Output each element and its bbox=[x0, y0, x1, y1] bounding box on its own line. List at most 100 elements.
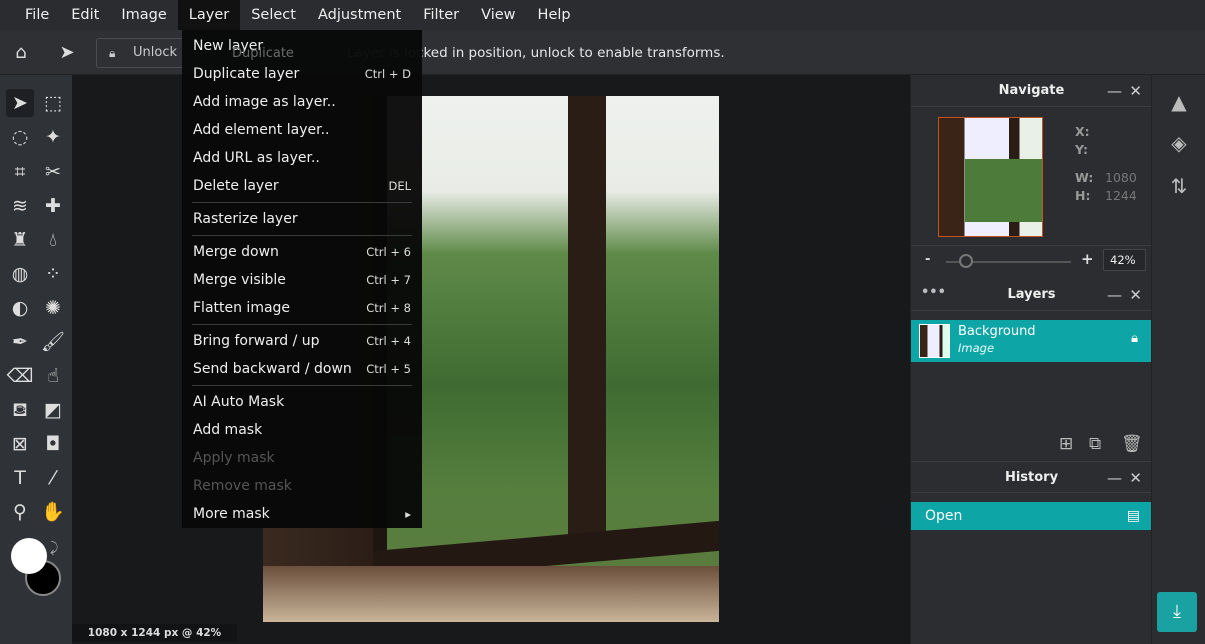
paint-bucket-icon[interactable]: ⛾ bbox=[6, 396, 34, 424]
duplicate-layer-icon[interactable]: ⧉ bbox=[1089, 434, 1101, 454]
layers-icon[interactable]: ◈ bbox=[1166, 131, 1192, 157]
menu-item-shortcut: Ctrl + 7 bbox=[366, 273, 411, 287]
menu-item-rasterize-layer[interactable]: Rasterize layer bbox=[182, 205, 422, 233]
frame-icon[interactable]: ⊠ bbox=[6, 430, 34, 458]
text-tool-icon[interactable]: T bbox=[6, 464, 34, 492]
lasso-tool-icon[interactable]: ◌ bbox=[6, 123, 34, 151]
document-icon: ▤ bbox=[1126, 508, 1140, 524]
menu-image[interactable]: Image bbox=[110, 0, 177, 30]
zoom-out-button[interactable]: - bbox=[925, 252, 930, 267]
layer-item-background[interactable]: Background Image 🔒︎ bbox=[911, 320, 1152, 362]
history-panel-header: History — ✕ bbox=[911, 461, 1152, 493]
eyedropper-icon[interactable]: ⁄ bbox=[39, 464, 67, 492]
dots-icon[interactable]: ⁘ bbox=[39, 260, 67, 288]
menu-item-shortcut: Ctrl + D bbox=[364, 67, 411, 81]
layer-thumbnail bbox=[919, 324, 950, 358]
minimize-icon[interactable]: — bbox=[1107, 279, 1122, 311]
menu-item-duplicate-layer[interactable]: Duplicate layer Ctrl + D bbox=[182, 60, 422, 88]
menu-item-merge-down[interactable]: Merge down Ctrl + 6 bbox=[182, 238, 422, 266]
pen-tool-icon[interactable]: ✒ bbox=[6, 328, 34, 356]
healing-bandage-icon[interactable]: ✚ bbox=[39, 192, 67, 220]
menu-item-shortcut: Ctrl + 8 bbox=[366, 301, 411, 315]
swap-colors-icon[interactable]: ⤸ bbox=[50, 540, 58, 556]
menu-item-more-mask[interactable]: More mask ▸ bbox=[182, 500, 422, 528]
zoom-in-button[interactable]: + bbox=[1081, 250, 1094, 268]
stamp-tool-icon[interactable]: ♜ bbox=[6, 226, 34, 254]
menu-view[interactable]: View bbox=[470, 0, 526, 30]
scissors-icon[interactable]: ✂ bbox=[39, 158, 67, 186]
navigator-icon[interactable]: ▲ bbox=[1166, 90, 1192, 116]
menu-item-delete-layer[interactable]: Delete layer DEL bbox=[182, 172, 422, 200]
menu-item-label: Bring forward / up bbox=[193, 333, 320, 349]
zoom-input[interactable]: 42% bbox=[1103, 249, 1146, 271]
home-icon[interactable]: ⌂ bbox=[10, 42, 32, 64]
marquee-tool-icon[interactable]: ⬚ bbox=[39, 89, 67, 117]
minimize-icon[interactable]: — bbox=[1107, 462, 1122, 494]
hand-tool-icon[interactable]: ✋ bbox=[39, 498, 67, 526]
layer-menu-dropdown: New layer Duplicate layer Ctrl + D Add im… bbox=[182, 30, 422, 528]
menu-help[interactable]: Help bbox=[527, 0, 582, 30]
layers-panel-header: ••• Layers — ✕ bbox=[911, 279, 1152, 311]
layers-actions: ⊞ ⧉ 🗑︎ bbox=[911, 430, 1152, 460]
close-icon[interactable]: ✕ bbox=[1129, 462, 1142, 494]
menu-item-flatten-image[interactable]: Flatten image Ctrl + 8 bbox=[182, 294, 422, 322]
minimize-icon[interactable]: — bbox=[1107, 75, 1122, 107]
menu-layer[interactable]: Layer bbox=[177, 0, 241, 30]
menu-item-add-image-as-layer[interactable]: Add image as layer.. bbox=[182, 88, 422, 116]
magic-wand-icon[interactable]: ✦ bbox=[39, 123, 67, 151]
dodge-icon[interactable]: ◐ bbox=[6, 294, 34, 322]
options-bar: ⌂ ➤ 🔒︎ Unlock Layer is locked in position… bbox=[0, 30, 1205, 75]
menu-item-apply-mask: Apply mask bbox=[182, 444, 422, 472]
history-icon[interactable]: ⇅ bbox=[1166, 174, 1192, 200]
w-label: W: bbox=[1075, 170, 1094, 185]
eraser-icon[interactable]: ⌫ bbox=[6, 362, 34, 390]
zoom-slider-handle[interactable] bbox=[959, 254, 973, 268]
menu-filter[interactable]: Filter bbox=[412, 0, 470, 30]
trash-icon[interactable]: 🗑︎ bbox=[1121, 434, 1143, 454]
close-icon[interactable]: ✕ bbox=[1129, 279, 1142, 311]
brush-icon[interactable]: 🖌︎ bbox=[39, 328, 67, 356]
document-status: 1080 x 1244 px @ 42% bbox=[72, 624, 237, 642]
menu-separator bbox=[192, 202, 412, 203]
move-tool-icon: ➤ bbox=[59, 42, 75, 63]
gradient-icon[interactable]: ◩ bbox=[39, 396, 67, 424]
menu-item-send-backward[interactable]: Send backward / down Ctrl + 5 bbox=[182, 355, 422, 383]
menu-item-label: Add element layer.. bbox=[193, 122, 330, 138]
smudge-icon[interactable]: ☝ bbox=[39, 362, 67, 390]
move-tool-icon[interactable]: ➤ bbox=[6, 89, 34, 117]
new-layer-icon[interactable]: ⊞ bbox=[1059, 434, 1073, 454]
close-icon[interactable]: ✕ bbox=[1129, 75, 1142, 107]
menu-item-shortcut: Ctrl + 6 bbox=[366, 245, 411, 259]
liquify-icon[interactable]: ≋ bbox=[6, 192, 34, 220]
menu-file[interactable]: File bbox=[14, 0, 60, 30]
foreground-color-swatch[interactable] bbox=[11, 538, 47, 574]
history-item-open[interactable]: Open ▤ bbox=[911, 502, 1152, 530]
menu-item-add-element-layer[interactable]: Add element layer.. bbox=[182, 116, 422, 144]
menu-item-ai-auto-mask[interactable]: AI Auto Mask bbox=[182, 388, 422, 416]
crop-tool-icon[interactable]: ⌗ bbox=[6, 158, 34, 186]
lock-icon[interactable]: 🔒︎ bbox=[1131, 331, 1138, 346]
menu-item-remove-mask: Remove mask bbox=[182, 472, 422, 500]
menu-item-shortcut: Ctrl + 5 bbox=[366, 362, 411, 376]
menu-item-label: Merge down bbox=[193, 244, 279, 260]
blur-drop-icon[interactable]: 💧︎ bbox=[39, 226, 67, 254]
menu-select[interactable]: Select bbox=[240, 0, 307, 30]
menu-item-add-mask[interactable]: Add mask bbox=[182, 416, 422, 444]
download-button[interactable]: ⤓ bbox=[1157, 592, 1197, 632]
layer-type: Image bbox=[958, 341, 995, 355]
zoom-tool-icon[interactable]: ⚲ bbox=[6, 498, 34, 526]
menu-item-add-url-as-layer[interactable]: Add URL as layer.. bbox=[182, 144, 422, 172]
sponge-icon[interactable]: ◍ bbox=[6, 260, 34, 288]
right-panels: Navigate — ✕ X: Y: W: 1080 H: 1244 - + 4… bbox=[910, 75, 1152, 644]
menu-item-bring-forward[interactable]: Bring forward / up Ctrl + 4 bbox=[182, 327, 422, 355]
menu-item-new-layer[interactable]: New layer bbox=[182, 32, 422, 60]
menu-adjustment[interactable]: Adjustment bbox=[307, 0, 412, 30]
unlock-button[interactable]: 🔒︎ Unlock bbox=[96, 38, 196, 68]
burn-icon[interactable]: ✺ bbox=[39, 294, 67, 322]
x-label: X: bbox=[1075, 124, 1090, 139]
history-item-label: Open bbox=[925, 508, 963, 524]
navigator-thumbnail[interactable] bbox=[938, 117, 1043, 237]
shape-icon[interactable]: ◘ bbox=[39, 430, 67, 458]
menu-edit[interactable]: Edit bbox=[60, 0, 110, 30]
menu-item-merge-visible[interactable]: Merge visible Ctrl + 7 bbox=[182, 266, 422, 294]
